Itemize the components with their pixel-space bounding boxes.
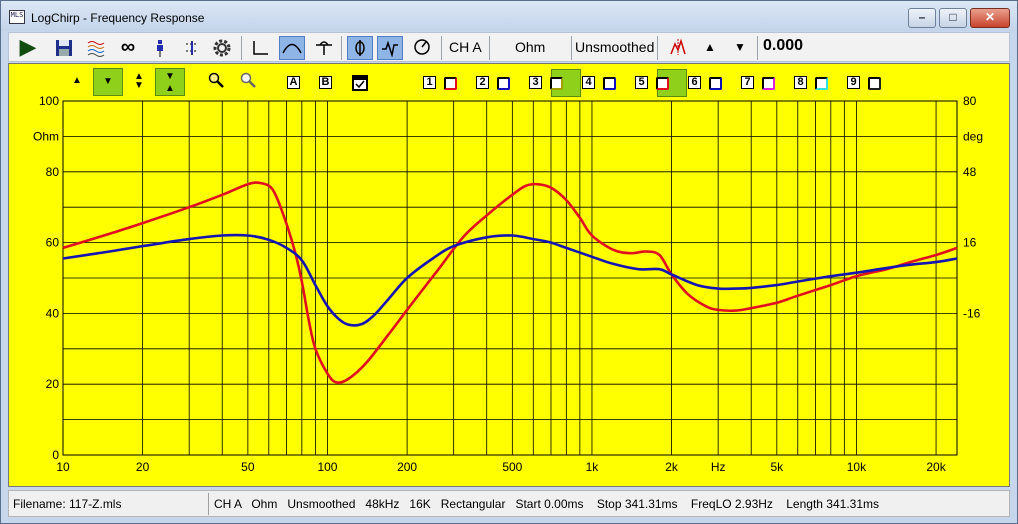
waterfall-button[interactable] [83, 36, 109, 60]
waveform-icon [382, 40, 398, 58]
status-settings: CH A Ohm Unsmoothed 48kHz 16K Rectangula… [214, 497, 879, 511]
series-line-blue [62, 233, 958, 327]
save-button[interactable] [51, 36, 77, 60]
x-tick-label: 10k [847, 460, 867, 474]
main-toolbar: ▶ ∞ CH A Ohm Unsmoothed ▲ ▼ 0.000 [8, 32, 1010, 62]
y-tick-label: 20 [46, 377, 60, 391]
toolbar-separator [241, 36, 242, 60]
status-bar: Filename: 117-Z.mls CH A Ohm Unsmoothed … [8, 490, 1010, 517]
save-icon [56, 40, 72, 56]
x-tick-label: 20 [136, 460, 150, 474]
toolbar-separator [489, 36, 490, 60]
title-bar[interactable]: MLS LogChirp - Frequency Response – □ ✕ [1, 1, 1017, 31]
toolbar-separator [757, 36, 758, 60]
chart-panel: ▲ ▼ ▲ ▼ ▼ ▲ A B 123456789 10 20 50 100 200 500 1… [8, 63, 1010, 487]
phase-icon [355, 40, 365, 56]
toolbar-separator [657, 36, 658, 60]
x-tick-label: 5k [770, 460, 784, 474]
close-button[interactable]: ✕ [970, 8, 1010, 28]
step-up-button[interactable]: ▲ [697, 36, 723, 60]
x-tick-label: 50 [241, 460, 255, 474]
minimize-button[interactable]: – [908, 8, 936, 28]
app-icon[interactable]: MLS [9, 10, 25, 24]
x-tick-label: 2k [665, 460, 679, 474]
frequency-response-chart: 10 20 50 100 200 500 1k 2k 5k 10k 20k Hz 0 20 40 60 80 10… [33, 94, 983, 474]
x-tick-label: 20k [926, 460, 946, 474]
x-tick-label: 100 [317, 460, 337, 474]
window-title: LogChirp - Frequency Response [31, 11, 205, 25]
impulse-button[interactable] [247, 36, 273, 60]
maximize-icon: □ [949, 10, 957, 24]
y-tick-label: 100 [39, 94, 59, 108]
impulse-icon [253, 41, 268, 55]
probe-icon [157, 40, 163, 57]
y2-tick-label: 80 [963, 94, 977, 108]
polar-button[interactable] [409, 36, 435, 60]
y2-tick-label: 48 [963, 165, 977, 179]
y2-tick-label: 16 [963, 236, 977, 250]
toolbar-separator [571, 36, 572, 60]
y-axis-unit: Ohm [33, 129, 59, 143]
up-arrow-icon: ▲ [704, 40, 716, 54]
calibrate-icon [186, 41, 198, 55]
phase-button[interactable] [347, 36, 373, 60]
x-tick-label: 200 [397, 460, 417, 474]
app-window: MLS LogChirp - Frequency Response – □ ✕ … [0, 0, 1018, 524]
infinity-icon: ∞ [120, 36, 136, 58]
loop-button[interactable]: ∞ [115, 36, 141, 60]
channel-selector[interactable]: CH A [449, 39, 482, 55]
polar-icon [414, 39, 430, 55]
probe-button[interactable] [147, 36, 173, 60]
status-filename: Filename: 117-Z.mls [13, 497, 122, 511]
marker-button[interactable] [665, 36, 691, 60]
step-response-icon [316, 41, 332, 55]
marker-icon [670, 38, 686, 55]
frequency-response-icon [282, 43, 302, 54]
toolbar-separator [441, 36, 442, 60]
close-icon: ✕ [984, 10, 996, 24]
play-button[interactable]: ▶ [15, 36, 41, 60]
maximize-button[interactable]: □ [939, 8, 967, 28]
x-tick-label: 10 [56, 460, 70, 474]
step-down-button[interactable]: ▼ [727, 36, 753, 60]
y-tick-label: 80 [46, 165, 60, 179]
unit-selector[interactable]: Ohm [515, 39, 545, 55]
series-line-red [62, 181, 958, 384]
step-response-button[interactable] [311, 36, 337, 60]
waterfall-icon [87, 41, 105, 57]
x-tick-label: 500 [502, 460, 522, 474]
y2-axis-unit: deg [963, 129, 983, 143]
down-arrow-icon: ▼ [734, 40, 746, 54]
gear-icon [213, 39, 231, 57]
y-tick-label: 40 [46, 306, 60, 320]
y-tick-label: 0 [52, 448, 59, 462]
status-separator [208, 493, 209, 515]
play-icon: ▶ [19, 34, 37, 59]
x-axis-unit: Hz [711, 460, 726, 474]
y2-tick-label: -16 [963, 306, 981, 320]
waveform-button[interactable] [377, 36, 403, 60]
frequency-response-button[interactable] [279, 36, 305, 60]
toolbar-separator [341, 36, 342, 60]
calibrate-button[interactable] [179, 36, 205, 60]
minimize-icon: – [918, 10, 926, 24]
cursor-value: 0.000 [763, 37, 804, 54]
settings-button[interactable] [209, 36, 235, 60]
y-tick-label: 60 [46, 236, 60, 250]
x-tick-label: 1k [586, 460, 600, 474]
smoothing-selector[interactable]: Unsmoothed [575, 39, 654, 55]
